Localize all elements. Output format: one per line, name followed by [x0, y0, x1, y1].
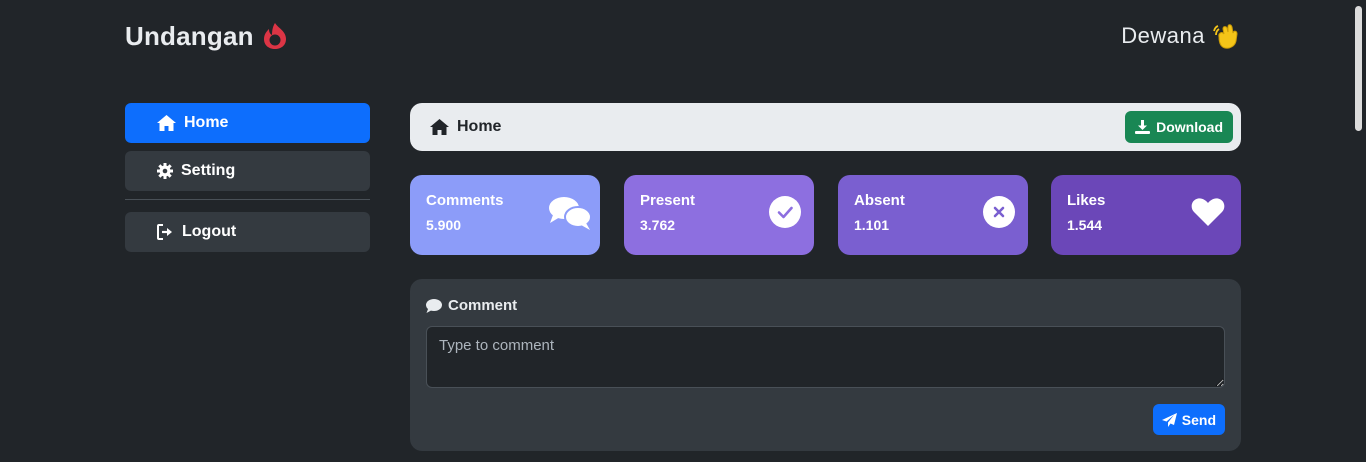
download-icon [1135, 120, 1151, 134]
comment-icon [426, 298, 442, 313]
brand-title: Undangan [125, 20, 254, 51]
page-scrollbar[interactable] [1350, 0, 1366, 462]
gear-icon [157, 163, 173, 179]
comment-heading: Comment [426, 297, 1225, 314]
logout-label: Logout [182, 223, 237, 240]
sidebar-item-label: Setting [181, 162, 236, 179]
home-icon [430, 119, 449, 135]
breadcrumb: Home Download [410, 103, 1241, 151]
paper-plane-icon [1161, 412, 1177, 427]
send-button[interactable]: Send [1152, 404, 1225, 435]
logout-button[interactable]: Logout [125, 212, 370, 252]
download-button[interactable]: Download [1125, 111, 1233, 143]
comments-icon [548, 195, 592, 231]
user-greeting: Dewana [1121, 20, 1241, 52]
x-circle-icon [982, 195, 1016, 229]
stat-card-present: Present 3.762 [624, 175, 814, 255]
sidebar-item-setting[interactable]: Setting [125, 151, 370, 191]
brand: Undangan [125, 18, 288, 54]
home-icon [157, 115, 176, 131]
fire-icon [262, 22, 288, 50]
send-label: Send [1181, 411, 1216, 428]
sidebar-item-label: Home [184, 114, 229, 131]
heart-icon [1191, 197, 1225, 227]
logout-icon [157, 224, 174, 240]
comment-panel: Comment Send [410, 279, 1241, 451]
sidebar: Home Setting Logout [125, 103, 370, 260]
download-label: Download [1156, 119, 1223, 135]
stat-card-likes: Likes 1.544 [1051, 175, 1241, 255]
comment-title: Comment [448, 297, 518, 314]
breadcrumb-label: Home [457, 118, 502, 135]
scrollbar-thumb[interactable] [1355, 6, 1362, 131]
comment-input[interactable] [426, 326, 1225, 388]
check-circle-icon [768, 195, 802, 229]
waving-hand-icon [1213, 23, 1241, 49]
user-name: Dewana [1121, 23, 1205, 48]
sidebar-divider [125, 199, 370, 200]
stat-card-absent: Absent 1.101 [838, 175, 1028, 255]
sidebar-item-home[interactable]: Home [125, 103, 370, 143]
stat-card-comments: Comments 5.900 [410, 175, 600, 255]
